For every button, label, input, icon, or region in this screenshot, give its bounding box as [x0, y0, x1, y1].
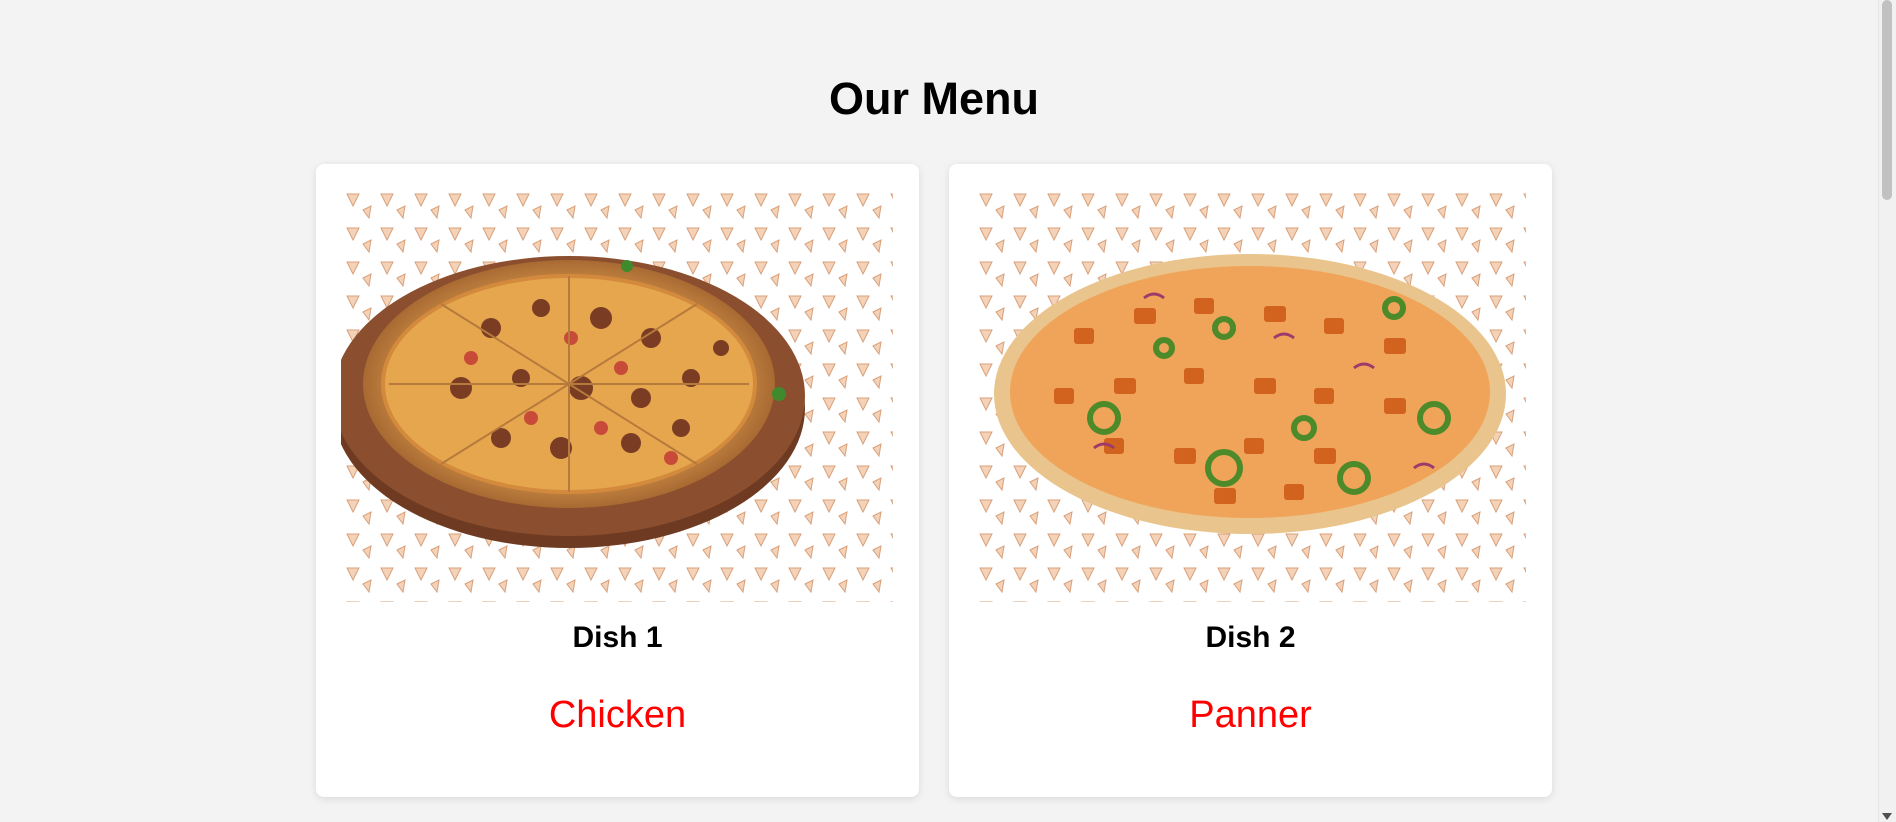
dish-description: Panner — [1189, 694, 1312, 736]
dish-card[interactable]: Dish 2 Panner — [949, 164, 1552, 797]
dish-description: Chicken — [548, 694, 687, 736]
vertical-scrollbar[interactable] — [1878, 0, 1896, 822]
dish-name: Dish 1 — [572, 621, 663, 654]
dish-name: Dish 2 — [1205, 621, 1296, 654]
paneer-pizza-image — [974, 188, 1526, 602]
dish-card[interactable]: Dish 1 Chicken — [316, 164, 919, 797]
scrollbar-thumb[interactable] — [1882, 0, 1892, 200]
menu-grid: Dish 1 Chicken Dish 2 Panner — [316, 164, 1552, 797]
scroll-down-arrow-icon[interactable] — [1882, 813, 1892, 820]
meat-pizza-image — [341, 188, 893, 602]
page-title: Our Menu — [829, 73, 1039, 124]
